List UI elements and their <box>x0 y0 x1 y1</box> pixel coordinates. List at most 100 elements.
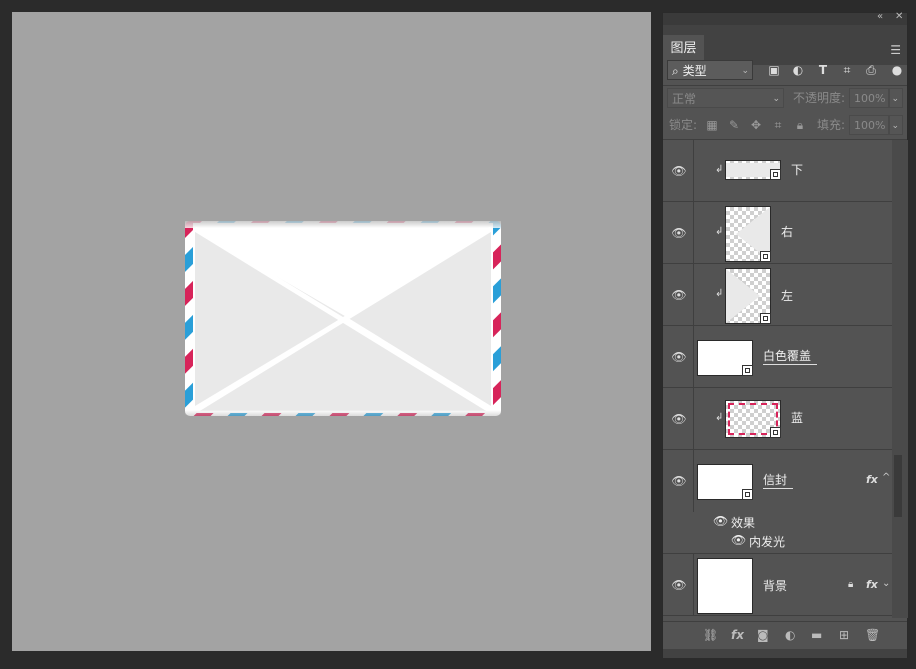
lock-artboard-icon[interactable]: ⌗ <box>771 115 785 135</box>
visibility-eye-icon[interactable]: 👁︎ <box>671 474 687 488</box>
smart-object-badge-icon <box>742 489 753 500</box>
opacity-label: 不透明度: <box>793 91 846 105</box>
smart-object-badge-icon <box>770 427 781 438</box>
smart-object-badge-icon <box>770 169 781 180</box>
layer-thumbnail <box>725 400 781 438</box>
layer-thumbnail <box>725 160 781 180</box>
smart-object-badge-icon <box>760 251 771 262</box>
chevron-down-icon: ⌄ <box>891 94 899 104</box>
delete-layer-icon[interactable]: 🗑︎ <box>865 628 880 642</box>
chevron-down-icon[interactable]: ⌄ <box>882 578 890 589</box>
layer-name[interactable]: 背景 <box>763 578 787 594</box>
layer-row-down[interactable]: 👁︎ ↲ 下 <box>663 140 892 202</box>
clipping-arrow-icon: ↲ <box>715 164 724 175</box>
inner-glow-eye-icon[interactable]: 👁︎ <box>731 533 746 547</box>
layer-name[interactable]: 下 <box>791 162 803 178</box>
layer-row-left[interactable]: 👁︎ ↲ 左 <box>663 264 892 326</box>
eye-column-divider <box>693 202 694 263</box>
layers-scrollbar[interactable] <box>892 140 908 618</box>
filter-toggle-icon[interactable]: ● <box>890 60 904 80</box>
layer-effects-icon[interactable]: fx <box>866 473 878 486</box>
lock-all-icon[interactable]: 🔒︎ <box>793 115 807 135</box>
effects-label[interactable]: 效果 <box>731 514 755 531</box>
lock-move-icon[interactable]: ✥ <box>749 115 763 135</box>
layers-list: 👁︎ ↲ 下 👁︎ ↲ 右 👁︎ ↲ 左 👁︎ 白色覆盖 👁︎ ↲ 蓝 👁︎ 信… <box>663 140 892 618</box>
layer-thumbnail <box>697 558 753 614</box>
add-style-icon[interactable]: fx <box>731 628 744 642</box>
layer-row-right[interactable]: 👁︎ ↲ 右 <box>663 202 892 264</box>
layer-thumbnail <box>697 340 753 376</box>
fill-label: 填充: <box>817 118 846 132</box>
new-group-icon[interactable]: ▬ <box>811 628 822 642</box>
smart-object-badge-icon <box>760 313 771 324</box>
lock-paint-icon[interactable]: ✎ <box>727 115 741 135</box>
layer-row-envelope[interactable]: 👁︎ 信封 fx ^ 👁︎ 效果 👁︎ 内发光 <box>663 450 892 554</box>
collapse-icon[interactable]: « <box>877 11 883 22</box>
layer-row-background[interactable]: 👁︎ 背景 🔒︎ fx ⌄ <box>663 554 892 616</box>
layer-name[interactable]: 白色覆盖 <box>763 348 818 365</box>
visibility-eye-icon[interactable]: 👁︎ <box>671 226 687 240</box>
close-icon[interactable]: ✕ <box>895 11 903 22</box>
filter-kind-label: 类型 <box>682 64 707 78</box>
search-icon: ⌕ <box>672 64 679 78</box>
layer-thumbnail <box>725 268 771 324</box>
filter-kind-select[interactable]: ⌕ 类型 ⌄ <box>667 60 753 80</box>
pixel-filter-icon[interactable]: ▣ <box>767 60 781 80</box>
chevron-up-icon[interactable]: ^ <box>882 472 890 483</box>
lock-transparent-icon[interactable]: ▦ <box>705 115 719 135</box>
layers-panel: « ✕ 图层 ☰ ⌕ 类型 ⌄ ▣ ◐ T ⌗ ⎙ ● 正常 ⌄ 不透明度: 1… <box>662 11 908 658</box>
lock-row: 锁定: ▦ ✎ ✥ ⌗ 🔒︎ 填充: 100% ⌄ <box>663 115 907 137</box>
scrollbar-thumb[interactable] <box>894 455 902 517</box>
new-layer-icon[interactable]: ⊞ <box>839 628 849 642</box>
fill-input[interactable]: 100% <box>849 115 889 135</box>
shape-filter-icon[interactable]: ⌗ <box>840 60 854 80</box>
document-canvas[interactable] <box>12 12 651 651</box>
panel-menu-icon[interactable]: ☰ <box>890 43 901 57</box>
adjustment-layer-icon[interactable]: ◐ <box>785 628 795 642</box>
type-filter-icon[interactable]: T <box>816 60 830 80</box>
visibility-eye-icon[interactable]: 👁︎ <box>671 164 687 178</box>
chevron-down-icon: ⌄ <box>772 94 780 104</box>
visibility-eye-icon[interactable]: 👁︎ <box>671 412 687 426</box>
add-mask-icon[interactable]: ◙ <box>757 628 769 642</box>
visibility-eye-icon[interactable]: 👁︎ <box>671 578 687 592</box>
eye-column-divider <box>693 264 694 325</box>
opacity-dropdown[interactable]: ⌄ <box>889 88 903 108</box>
divider <box>663 85 907 86</box>
smartobject-filter-icon[interactable]: ⎙ <box>864 60 878 80</box>
clipping-arrow-icon: ↲ <box>715 288 724 299</box>
layer-thumbnail <box>725 206 771 262</box>
layer-row-blue[interactable]: 👁︎ ↲ 蓝 <box>663 388 892 450</box>
layer-row-white-overlay[interactable]: 👁︎ 白色覆盖 <box>663 326 892 388</box>
layer-effects-icon[interactable]: fx <box>866 578 878 591</box>
inner-glow-effect-label[interactable]: 内发光 <box>749 533 785 550</box>
clipping-arrow-icon: ↲ <box>715 412 724 423</box>
layer-name[interactable]: 蓝 <box>791 410 803 426</box>
chevron-down-icon: ⌄ <box>891 121 899 131</box>
lock-label: 锁定: <box>669 118 698 132</box>
blend-row: 正常 ⌄ 不透明度: 100% ⌄ <box>663 88 907 110</box>
panel-resize-grip[interactable] <box>663 649 907 658</box>
blend-mode-label: 正常 <box>672 92 697 106</box>
fill-dropdown[interactable]: ⌄ <box>889 115 903 135</box>
visibility-eye-icon[interactable]: 👁︎ <box>671 350 687 364</box>
effects-eye-icon[interactable]: 👁︎ <box>713 514 728 528</box>
panel-header-bar: « ✕ <box>663 11 907 25</box>
filter-row: ⌕ 类型 ⌄ ▣ ◐ T ⌗ ⎙ ● <box>663 60 907 82</box>
envelope-artwork <box>185 221 501 416</box>
clipping-arrow-icon: ↲ <box>715 226 724 237</box>
layer-name[interactable]: 右 <box>781 224 793 240</box>
smart-object-badge-icon <box>742 365 753 376</box>
blend-mode-select[interactable]: 正常 ⌄ <box>667 88 784 108</box>
eye-column-divider <box>693 326 694 387</box>
adjustment-filter-icon[interactable]: ◐ <box>791 60 805 80</box>
chevron-down-icon: ⌄ <box>741 66 749 76</box>
link-layers-icon[interactable]: ⛓︎ <box>703 628 718 642</box>
layer-name[interactable]: 信封 <box>763 472 794 489</box>
visibility-eye-icon[interactable]: 👁︎ <box>671 288 687 302</box>
panel-tab-row: 图层 ☰ <box>663 25 907 65</box>
eye-column-divider <box>693 450 694 512</box>
lock-icon: 🔒︎ <box>848 579 854 590</box>
layer-name[interactable]: 左 <box>781 288 793 304</box>
opacity-input[interactable]: 100% <box>849 88 889 108</box>
